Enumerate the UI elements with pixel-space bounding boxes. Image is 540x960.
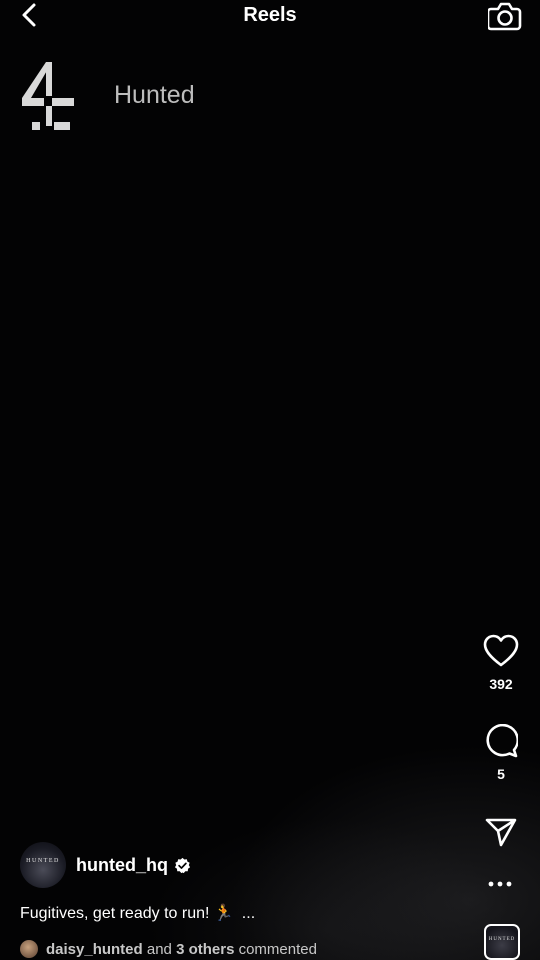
comments-preview[interactable]: daisy_hunted and 3 others commented (20, 938, 317, 960)
like-action: 392 (480, 634, 522, 692)
reel-video[interactable] (0, 0, 540, 960)
send-icon[interactable] (484, 816, 518, 848)
channel-4-logo (22, 62, 74, 130)
show-title-overlay: Hunted (114, 81, 195, 109)
page-title: Reels (243, 4, 297, 26)
share-action (480, 816, 522, 848)
caption[interactable]: Fugitives, get ready to run! 🏃... (20, 903, 255, 923)
comments-preview-and: and (146, 940, 172, 958)
comment-action: 5 (480, 724, 522, 782)
like-count: 392 (489, 676, 513, 692)
username[interactable]: hunted_hq (76, 855, 168, 876)
comment-count: 5 (497, 766, 505, 782)
caption-more[interactable]: ... (242, 905, 255, 922)
more-dots-icon[interactable] (488, 878, 512, 890)
heart-icon[interactable] (483, 634, 519, 668)
comments-preview-others: 3 others (176, 940, 235, 958)
caption-text: Fugitives, get ready to run! 🏃 (20, 905, 234, 922)
top-bar: Reels (0, 0, 540, 34)
avatar-text: HUNTED (26, 858, 60, 864)
comment-bubble-icon[interactable] (484, 724, 518, 758)
verified-badge-icon (174, 857, 191, 873)
comments-preview-suffix: commented (238, 940, 317, 958)
audio-thumbnail-text: HUNTED (488, 937, 516, 942)
commenter-avatar (20, 940, 38, 958)
camera-icon (486, 2, 522, 31)
camera-button[interactable] (486, 0, 522, 32)
author-row: HUNTED hunted_hq (20, 842, 191, 888)
audio-thumbnail[interactable]: HUNTED (484, 924, 520, 960)
commenter-username: daisy_hunted (46, 940, 143, 958)
avatar[interactable]: HUNTED (20, 842, 66, 888)
